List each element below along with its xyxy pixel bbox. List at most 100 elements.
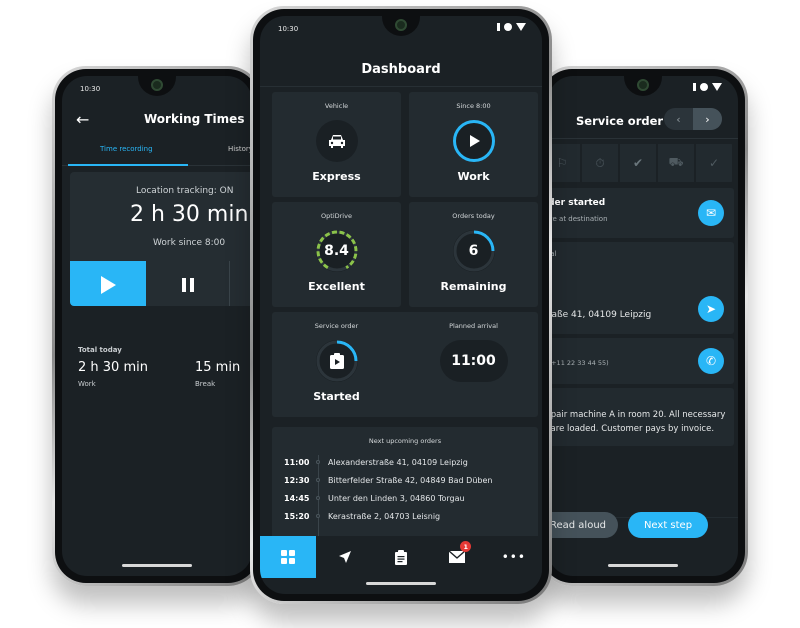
signal-icon [504,23,512,31]
nav-messages[interactable]: 1 [429,536,485,578]
order-time: 12:30 [284,475,310,485]
nav-navigation[interactable] [316,536,372,578]
arrow-left-icon[interactable]: ← [76,110,89,129]
start-button[interactable] [70,261,146,306]
tile-value: Work [457,170,490,183]
note-line-1: Repair machine A in room 20. All necessa… [548,410,726,420]
car-icon [315,120,358,162]
tab-bar: Time recording History [62,138,252,166]
camera-notch [138,76,176,96]
address: Alexanderstraße 41, 04109 Leipzig [548,310,652,320]
timeline-dot [316,514,320,518]
nav-more[interactable]: ••• [486,536,542,578]
wifi-icon [712,83,722,91]
divider [548,138,738,139]
navigation-arrow-icon [338,551,351,563]
order-time: 11:00 [284,457,310,467]
camera-icon [395,19,407,31]
nav-dashboard[interactable] [260,536,317,578]
list-item[interactable]: 14:45 Unter den Linden 3, 04860 Torgau [284,491,465,505]
upcoming-orders-card: Next upcoming orders 11:00 Alexanderstra… [272,427,538,547]
tile-label: Vehicle [324,102,349,110]
stopwatch-check-icon: ✔ [620,144,658,182]
tile-label: Planned arrival [449,322,498,330]
order-address: Bitterfelder Straße 42, 04849 Bad Düben [328,475,493,485]
tab-time-recording[interactable]: Time recording [100,145,153,153]
wifi-icon [516,23,526,31]
navigate-button[interactable]: ➤ [698,296,724,322]
phone-working-times: 10:30 ← Working Times Time recording His… [52,66,262,586]
time-tracking-card: Location tracking: ON 2 h 30 min Work si… [70,172,252,306]
work-since: Work since 8:00 [153,238,226,248]
pause-button[interactable] [146,261,230,306]
next-step-button[interactable]: Next step [628,512,708,538]
grid-icon [281,550,296,564]
tile-vehicle[interactable]: Vehicle Express [272,92,401,197]
tile-label: Orders today [452,212,495,220]
orders-count: 6 [468,243,479,259]
service-order-screen: Service order ‹ › ⚐ ⏱ ✔ ⛟ ✓ Order starte… [548,76,738,576]
list-item[interactable]: 12:30 Bitterfelder Straße 42, 04849 Bad … [284,473,492,487]
order-address: Unter den Linden 3, 04860 Torgau [328,493,465,503]
tile-work[interactable]: Since 8:00 Work [409,92,538,197]
tile-optidrive[interactable]: OptiDrive 8.4 Excellent [272,202,401,307]
play-icon [100,276,116,294]
chevron-right-icon[interactable]: › [693,108,722,130]
order-status-card: Order started Arrive at destination ✉ [548,188,734,238]
clipboard-play-icon [329,353,344,369]
read-aloud-button[interactable]: Read aloud [548,512,618,538]
home-indicator [366,582,436,585]
unread-badge: 1 [460,541,472,552]
optidrive-gauge: 8.4 [315,230,358,272]
status-icons [693,83,722,91]
progress-steps: ⚐ ⏱ ✔ ⛟ ✓ [548,144,734,182]
chevron-left-icon[interactable]: ‹ [664,108,693,130]
order-address: Kerastraße 2, 04703 Leisnig [328,511,441,521]
planned-arrival-time: 11:00 [439,340,508,382]
tile-label: OptiDrive [321,212,352,220]
pause-icon [181,278,194,292]
tile-value: Remaining [440,280,507,293]
note-line-2: parts are loaded. Customer pays by invoi… [548,424,715,434]
status-title: Order started [548,198,606,208]
dashboard-screen: 10:30 Dashboard Vehicle Express Since 8:… [260,16,542,594]
order-time: 14:45 [284,493,310,503]
navigation-arrow-icon: ➤ [705,302,717,316]
camera-notch [382,16,420,36]
tracking-status: Location tracking: ON [136,186,234,196]
optidrive-score: 8.4 [324,243,349,259]
home-indicator [608,564,678,567]
list-item[interactable]: 15:20 Kerastraße 2, 04703 Leisnig [284,509,440,523]
mail-icon [449,551,466,563]
tile-orders-today[interactable]: Orders today 6 Remaining [409,202,538,307]
check-circle-icon: ✓ [696,144,734,182]
status-icons [497,23,526,31]
divider [260,86,542,87]
status-subtitle: Arrive at destination [548,215,608,223]
total-work-label: Work [78,380,96,388]
total-today-label: Total today [78,346,122,354]
stopwatch-icon: ⏱ [582,144,620,182]
camera-notch [624,76,662,96]
signal-icon [700,83,708,91]
total-break-value: 15 min [195,360,241,375]
list-item[interactable]: 11:00 Alexanderstraße 41, 04109 Leipzig [284,455,468,469]
arrival-address-card: Planned arrival 11:00 Alexanderstraße 41… [548,242,734,334]
phone-dashboard: 10:30 Dashboard Vehicle Express Since 8:… [250,6,552,604]
order-pager: ‹ › [664,108,722,130]
total-break-label: Break [195,380,216,388]
tile-label: Service order [314,322,359,330]
battery-icon [497,23,500,31]
phone-icon: ✆ [705,354,717,368]
bottom-navigation: 1 ••• [260,536,542,578]
contact-card: Contact: Roland (+11 22 33 44 55) ✆ [548,338,734,384]
tile-service-order[interactable]: Service order Started Planned arrival 11… [272,312,538,417]
page-title: Working Times [144,112,245,126]
header: ← Working Times [62,108,252,132]
nav-orders[interactable] [373,536,429,578]
message-button[interactable]: ✉ [698,200,724,226]
clipboard-icon [395,549,408,565]
tab-history[interactable]: History [228,145,252,153]
call-button[interactable]: ✆ [698,348,724,374]
home-indicator [122,564,192,567]
